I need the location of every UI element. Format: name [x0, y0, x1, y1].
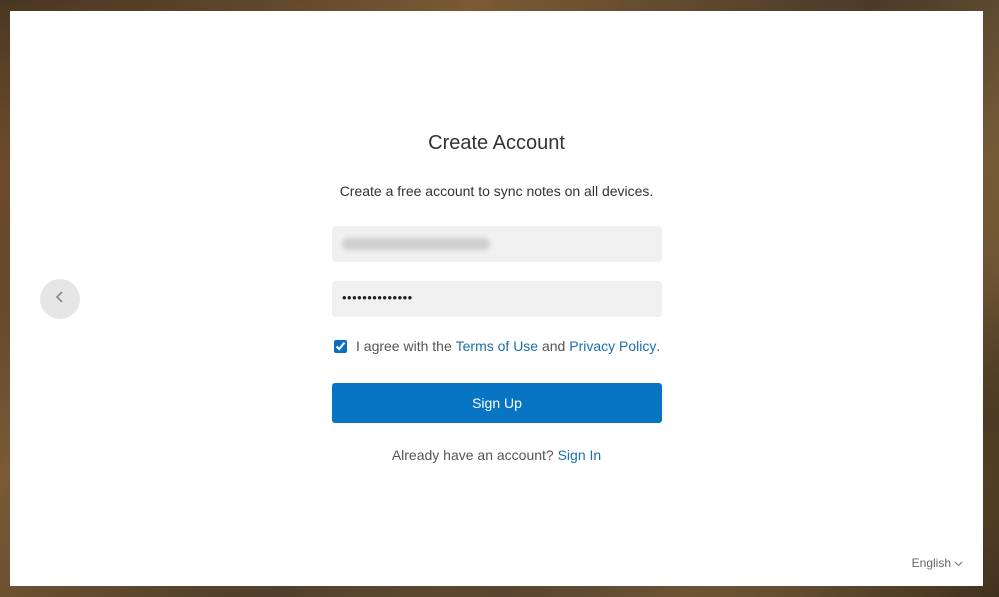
- sign-up-button[interactable]: Sign Up: [332, 383, 662, 423]
- sign-in-prompt: Already have an account?: [391, 447, 558, 463]
- page-title: Create Account: [428, 132, 565, 154]
- agreement-row: I agree with the Terms of Use and Privac…: [334, 338, 660, 354]
- back-button[interactable]: [40, 279, 80, 319]
- privacy-policy-link[interactable]: Privacy Policy: [569, 338, 656, 354]
- page-subtitle: Create a free account to sync notes on a…: [339, 183, 654, 199]
- sign-in-row: Already have an account? Sign In: [10, 447, 983, 463]
- email-field[interactable]: [332, 226, 662, 262]
- chevron-left-icon: [54, 290, 66, 309]
- create-account-dialog: Create Account Create a free account to …: [10, 11, 983, 586]
- terms-of-use-link[interactable]: Terms of Use: [456, 338, 538, 354]
- language-selector[interactable]: English: [912, 556, 963, 570]
- password-field[interactable]: [332, 281, 662, 317]
- chevron-down-icon: [951, 556, 963, 570]
- agree-checkbox[interactable]: [334, 339, 347, 353]
- agreement-suffix: .: [656, 338, 661, 354]
- language-label: English: [911, 556, 951, 570]
- agreement-prefix: I agree with the: [356, 338, 456, 354]
- sign-in-link[interactable]: Sign In: [558, 447, 602, 463]
- agreement-middle: and: [538, 338, 570, 354]
